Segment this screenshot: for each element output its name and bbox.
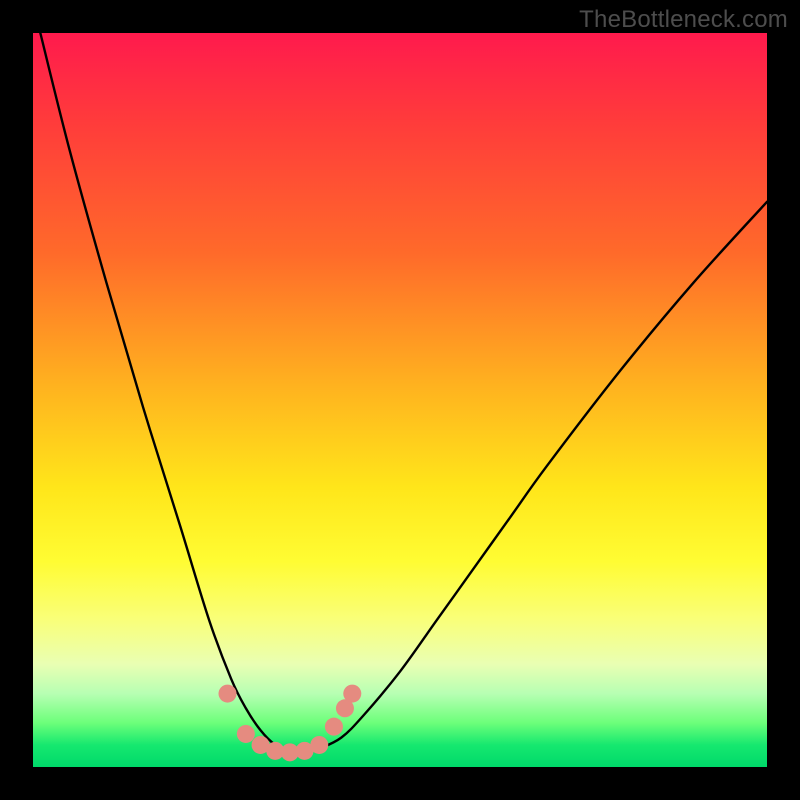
curve-marker — [325, 718, 343, 736]
curve-marker — [237, 725, 255, 743]
plot-area — [33, 33, 767, 767]
curve-marker — [343, 685, 361, 703]
chart-frame: TheBottleneck.com — [0, 0, 800, 800]
curve-marker — [219, 685, 237, 703]
curve-marker — [310, 736, 328, 754]
curve-layer — [33, 33, 767, 767]
watermark-text: TheBottleneck.com — [579, 6, 788, 34]
bottleneck-curve-path — [40, 33, 767, 753]
